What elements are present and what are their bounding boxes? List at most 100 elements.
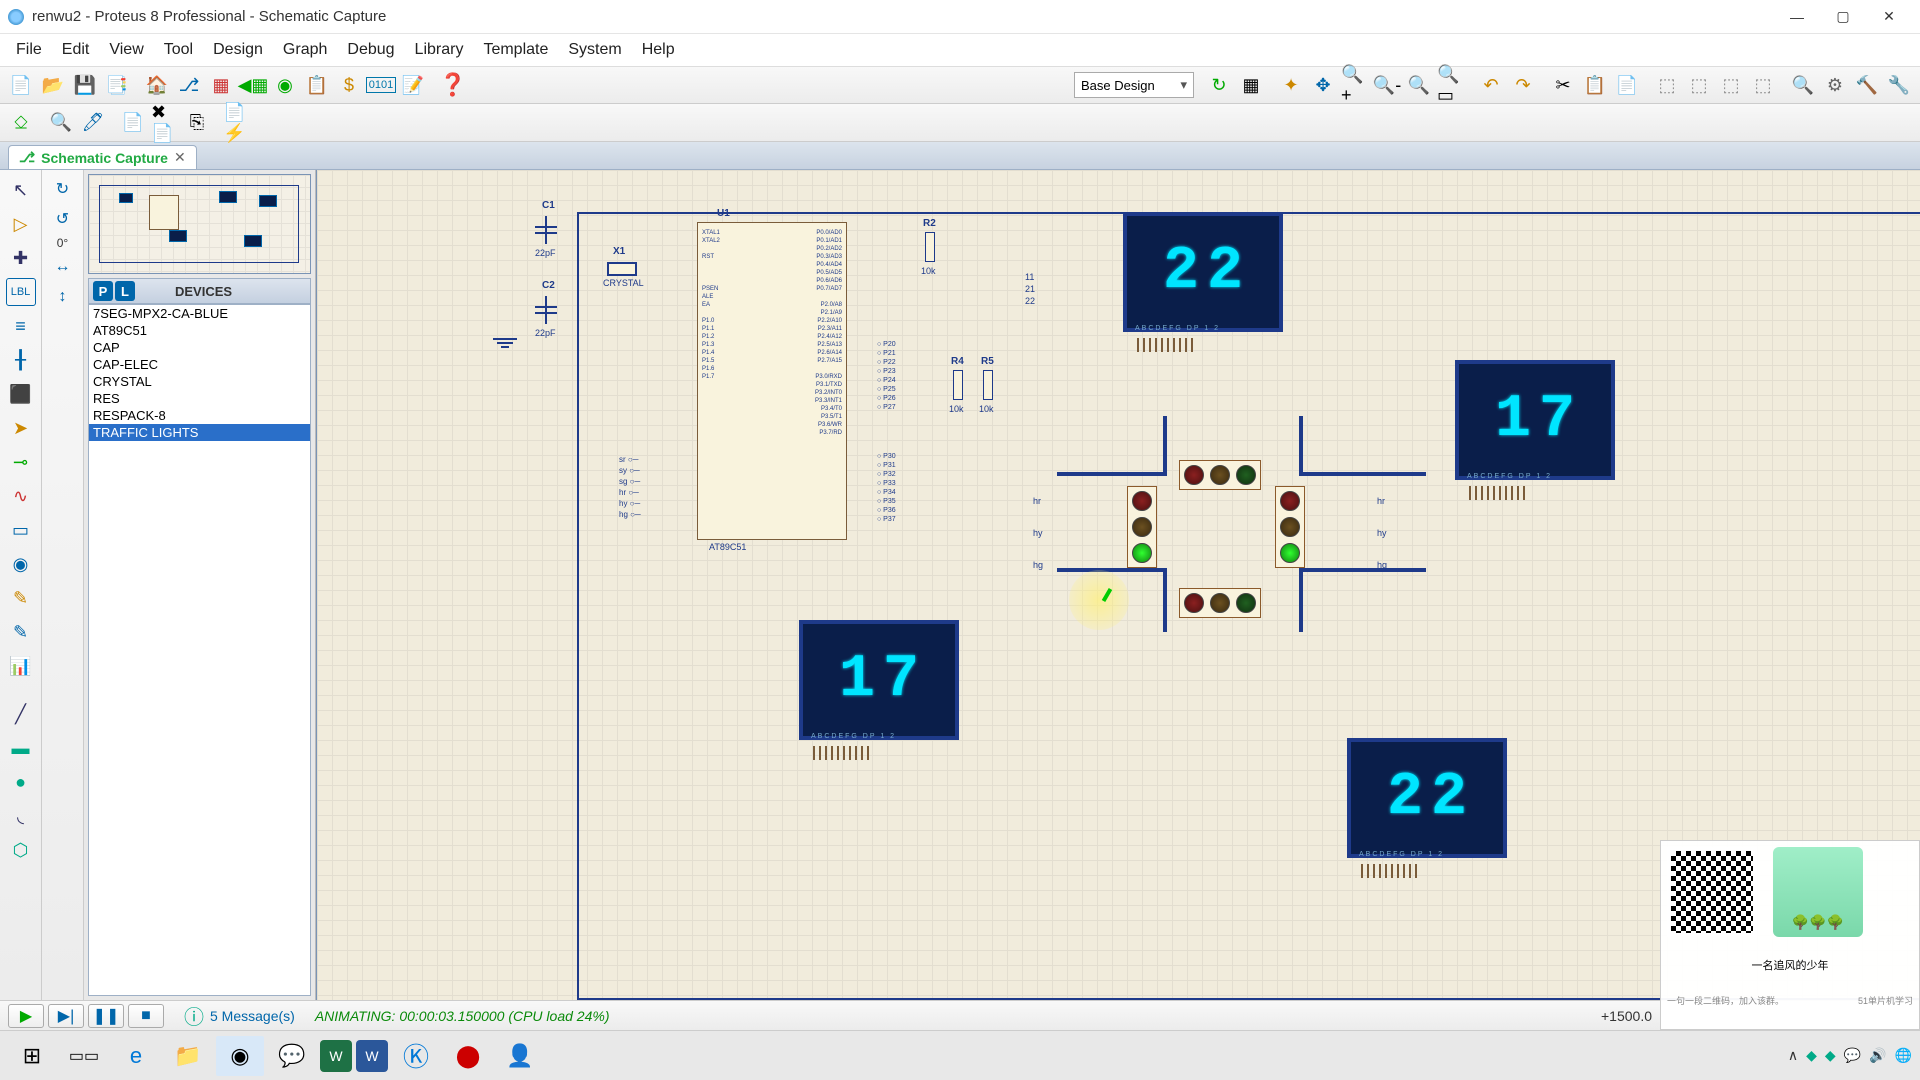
circle-button[interactable]: ● xyxy=(6,768,36,796)
list-item[interactable]: CRYSTAL xyxy=(89,373,310,390)
pick-devices-button[interactable]: P xyxy=(93,281,113,301)
minimize-button[interactable]: — xyxy=(1774,2,1820,32)
search-button[interactable]: 🔍 xyxy=(46,108,76,138)
label-mode-button[interactable]: LBL xyxy=(6,278,36,306)
help-button[interactable]: ❓ xyxy=(438,70,468,100)
traffic-light-south[interactable] xyxy=(1179,588,1261,618)
block-rotate-button[interactable]: ⬚ xyxy=(1716,70,1746,100)
save-button[interactable]: 💾 xyxy=(70,70,100,100)
device-pin-button[interactable]: ⊸ xyxy=(6,448,36,476)
list-item[interactable]: CAP-ELEC xyxy=(89,356,310,373)
block-copy-button[interactable]: ⬚ xyxy=(1652,70,1682,100)
probe-i-button[interactable]: ✎ xyxy=(6,618,36,646)
traffic-light-north[interactable] xyxy=(1179,460,1261,490)
zoom-out-button[interactable]: 🔍- xyxy=(1372,70,1402,100)
zoom-in-button[interactable]: 🔍+ xyxy=(1340,70,1370,100)
seven-seg-east[interactable]: 1 7 ABCDEFG DP 1 2 xyxy=(1455,360,1615,480)
delete-sheet-button[interactable]: ✖📄 xyxy=(150,108,180,138)
new-sheet-button[interactable]: 📄 xyxy=(118,108,148,138)
mirror-v-button[interactable]: ↕ xyxy=(48,284,78,310)
zoom-area-button[interactable]: 🔍▭ xyxy=(1436,70,1466,100)
devices-list[interactable]: 7SEG-MPX2-CA-BLUE AT89C51 CAP CAP-ELEC C… xyxy=(88,304,311,996)
menu-graph[interactable]: Graph xyxy=(273,37,337,63)
proteus-icon[interactable]: ◉ xyxy=(216,1036,264,1076)
tray-app-icon[interactable]: ◆ xyxy=(1825,1047,1836,1064)
bom-button[interactable]: 📋 xyxy=(302,70,332,100)
edge-icon[interactable]: е xyxy=(112,1036,160,1076)
tray-network-icon[interactable]: 🌐 xyxy=(1895,1047,1912,1064)
cut-button[interactable]: ✂ xyxy=(1548,70,1578,100)
junction-mode-button[interactable]: ✚ xyxy=(6,244,36,272)
zoom-fit-button[interactable]: 🔍 xyxy=(1404,70,1434,100)
mirror-h-button[interactable]: ↔ xyxy=(48,254,78,280)
list-item[interactable]: AT89C51 xyxy=(89,322,310,339)
close-button[interactable]: ✕ xyxy=(1866,2,1912,32)
menu-tool[interactable]: Tool xyxy=(154,37,203,63)
menu-file[interactable]: File xyxy=(6,37,52,63)
maximize-button[interactable]: ▢ xyxy=(1820,2,1866,32)
wechat-icon[interactable]: 💬 xyxy=(268,1036,316,1076)
paste-button[interactable]: 📄 xyxy=(1612,70,1642,100)
overview-preview[interactable] xyxy=(88,174,311,274)
menu-debug[interactable]: Debug xyxy=(337,37,404,63)
record-icon[interactable]: ⬤ xyxy=(444,1036,492,1076)
box-button[interactable]: ▬ xyxy=(6,734,36,762)
undo-button[interactable]: ↶ xyxy=(1476,70,1506,100)
generator-button[interactable]: ◉ xyxy=(6,550,36,578)
refresh-button[interactable]: ↻ xyxy=(1204,70,1234,100)
property-button[interactable]: 🖊 xyxy=(78,108,108,138)
save-as-button[interactable]: 📑 xyxy=(102,70,132,100)
list-item[interactable]: TRAFFIC LIGHTS xyxy=(89,424,310,441)
tab-close-button[interactable]: ✕ xyxy=(174,149,186,166)
start-button[interactable]: ⊞ xyxy=(8,1036,56,1076)
messages-indicator[interactable]: ⓘ 5 Message(s) xyxy=(184,1001,295,1030)
pcb-button[interactable]: ▦ xyxy=(206,70,236,100)
tray-wechat-icon[interactable]: 💬 xyxy=(1844,1047,1861,1064)
tape-button[interactable]: ▭ xyxy=(6,516,36,544)
libraries-button[interactable]: L xyxy=(115,281,135,301)
instrument-button[interactable]: 📊 xyxy=(6,652,36,680)
new-file-button[interactable]: 📄 xyxy=(6,70,36,100)
rotate-cw-button[interactable]: ↻ xyxy=(48,176,78,202)
text-script-button[interactable]: ≡ xyxy=(6,312,36,340)
pan-button[interactable]: ✥ xyxy=(1308,70,1338,100)
app-icon[interactable]: 👤 xyxy=(496,1036,544,1076)
path-button[interactable]: ⬡ xyxy=(6,836,36,864)
schematic-button[interactable]: ⎇ xyxy=(174,70,204,100)
packaging-button[interactable]: 🔨 xyxy=(1852,70,1882,100)
line-button[interactable]: ╱ xyxy=(6,700,36,728)
redo-button[interactable]: ↷ xyxy=(1508,70,1538,100)
notes-button[interactable]: 📝 xyxy=(398,70,428,100)
arc-button[interactable]: ◟ xyxy=(6,802,36,830)
kugou-icon[interactable]: Ⓚ xyxy=(392,1036,440,1076)
block-move-button[interactable]: ⬚ xyxy=(1684,70,1714,100)
tab-schematic-capture[interactable]: ⎇ Schematic Capture ✕ xyxy=(8,145,197,169)
block-delete-button[interactable]: ⬚ xyxy=(1748,70,1778,100)
mcu-chip[interactable]: XTAL1XTAL2RSTPSENALEEAP1.0P1.1P1.2P1.3P1… xyxy=(697,222,847,540)
terminal-button[interactable]: ➤ xyxy=(6,414,36,442)
grid-button[interactable]: ▦ xyxy=(1236,70,1266,100)
seven-seg-north[interactable]: 2 2 ABCDEFG DP 1 2 xyxy=(1123,212,1283,332)
goto-sheet-button[interactable]: ⎘ xyxy=(182,108,212,138)
open-file-button[interactable]: 📂 xyxy=(38,70,68,100)
menu-edit[interactable]: Edit xyxy=(52,37,100,63)
tray-chevron-icon[interactable]: ∧ xyxy=(1788,1047,1798,1064)
rotate-ccw-button[interactable]: ↺ xyxy=(48,206,78,232)
menu-template[interactable]: Template xyxy=(473,37,558,63)
design-explorer-button[interactable]: 📄⚡ xyxy=(222,108,252,138)
wire-autorouter-button[interactable]: ⎐ xyxy=(6,108,36,138)
component-mode-button[interactable]: ▷ xyxy=(6,210,36,238)
list-item[interactable]: CAP xyxy=(89,339,310,356)
3d-button[interactable]: ◀▦ xyxy=(238,70,268,100)
tray-volume-icon[interactable]: 🔊 xyxy=(1869,1047,1886,1064)
traffic-light-west[interactable] xyxy=(1127,486,1157,568)
step-button[interactable]: ▶| xyxy=(48,1004,84,1028)
menu-system[interactable]: System xyxy=(558,37,631,63)
wps-icon[interactable]: W xyxy=(320,1040,352,1072)
word-icon[interactable]: W xyxy=(356,1040,388,1072)
selection-mode-button[interactable]: ↖ xyxy=(6,176,36,204)
list-item[interactable]: RESPACK-8 xyxy=(89,407,310,424)
menu-design[interactable]: Design xyxy=(203,37,273,63)
graph-mode-button[interactable]: ∿ xyxy=(6,482,36,510)
pick-button[interactable]: 🔍 xyxy=(1788,70,1818,100)
